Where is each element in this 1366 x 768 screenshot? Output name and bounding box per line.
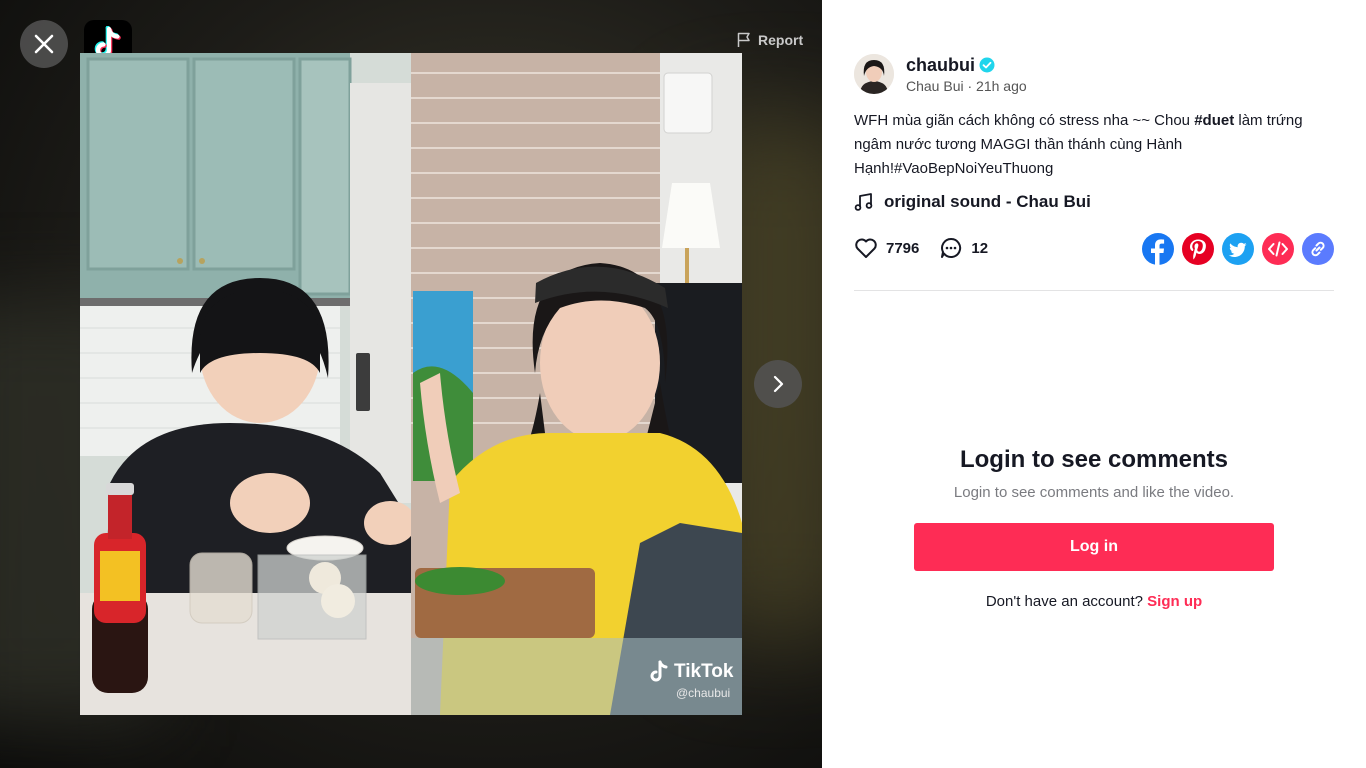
share-buttons: [1142, 233, 1334, 265]
avatar-image: [854, 54, 894, 94]
author-display-name: Chau Bui: [906, 77, 964, 94]
hashtag-link[interactable]: #VaoBepNoiYeuThuong: [894, 160, 1053, 177]
watermark-handle: @chaubui: [676, 686, 731, 700]
login-button[interactable]: Log in: [914, 523, 1274, 571]
video-info-panel: chaubui Chau Bui · 21h ago WFH mùa giãn …: [822, 0, 1366, 768]
twitter-icon: [1228, 242, 1247, 257]
video-frame: [80, 53, 742, 715]
facebook-icon: [1151, 239, 1165, 265]
verified-badge-icon: [979, 57, 995, 73]
pinterest-icon: [1190, 239, 1206, 260]
video-player[interactable]: [80, 53, 742, 715]
like-button[interactable]: 7796: [854, 237, 919, 259]
avatar[interactable]: [854, 54, 894, 94]
comment-icon: [941, 237, 962, 258]
share-facebook-button[interactable]: [1142, 233, 1174, 265]
author-meta: Chau Bui · 21h ago: [906, 78, 1027, 94]
meta-separator: ·: [963, 77, 977, 94]
signup-row: Don't have an account? Sign up: [914, 593, 1274, 610]
chevron-right-icon: [773, 375, 784, 393]
description-text: WFH mùa giãn cách không có stress nha ~~…: [854, 112, 1195, 129]
like-count: 7796: [886, 239, 920, 257]
signup-prompt: Don't have an account?: [985, 593, 1143, 610]
divider: [854, 290, 1334, 291]
embed-icon: [1268, 241, 1288, 257]
author-info[interactable]: chaubui Chau Bui · 21h ago: [854, 54, 1027, 94]
comments-login-prompt: Login to see comments Login to see comme…: [914, 446, 1274, 610]
flag-icon: [737, 32, 750, 47]
hashtag-link[interactable]: #duet: [1194, 112, 1234, 129]
video-watermark: TikTok @chaubui: [648, 660, 733, 700]
tiktok-note-icon: [650, 660, 668, 682]
share-twitter-button[interactable]: [1222, 233, 1254, 265]
music-note-icon: [854, 193, 873, 211]
comment-count: 12: [971, 239, 989, 257]
sound-link[interactable]: original sound - Chau Bui: [854, 192, 1091, 212]
close-icon: [34, 34, 54, 54]
login-title: Login to see comments: [959, 446, 1229, 473]
video-stage: Report TikTok @chaubui: [0, 0, 822, 768]
engagement-stats: 7796 12: [854, 236, 988, 260]
watermark-brand: TikTok: [674, 661, 734, 682]
login-subtitle: Login to see comments and like the video…: [953, 484, 1235, 501]
report-label: Report: [758, 32, 804, 48]
video-description: WFH mùa giãn cách không có stress nha ~~…: [854, 109, 1344, 181]
share-copy-link-button[interactable]: [1302, 233, 1334, 265]
share-embed-button[interactable]: [1262, 233, 1294, 265]
post-time: 21h ago: [976, 77, 1027, 94]
close-button[interactable]: [20, 20, 68, 68]
heart-icon: [855, 238, 877, 258]
sound-label: original sound - Chau Bui: [884, 192, 1091, 211]
next-video-button[interactable]: [754, 360, 802, 408]
share-pinterest-button[interactable]: [1182, 233, 1214, 265]
signup-link[interactable]: Sign up: [1147, 593, 1202, 610]
comment-button[interactable]: 12: [939, 236, 988, 260]
report-button[interactable]: Report: [736, 32, 803, 48]
link-icon: [1311, 241, 1325, 257]
author-username[interactable]: chaubui: [906, 55, 975, 76]
